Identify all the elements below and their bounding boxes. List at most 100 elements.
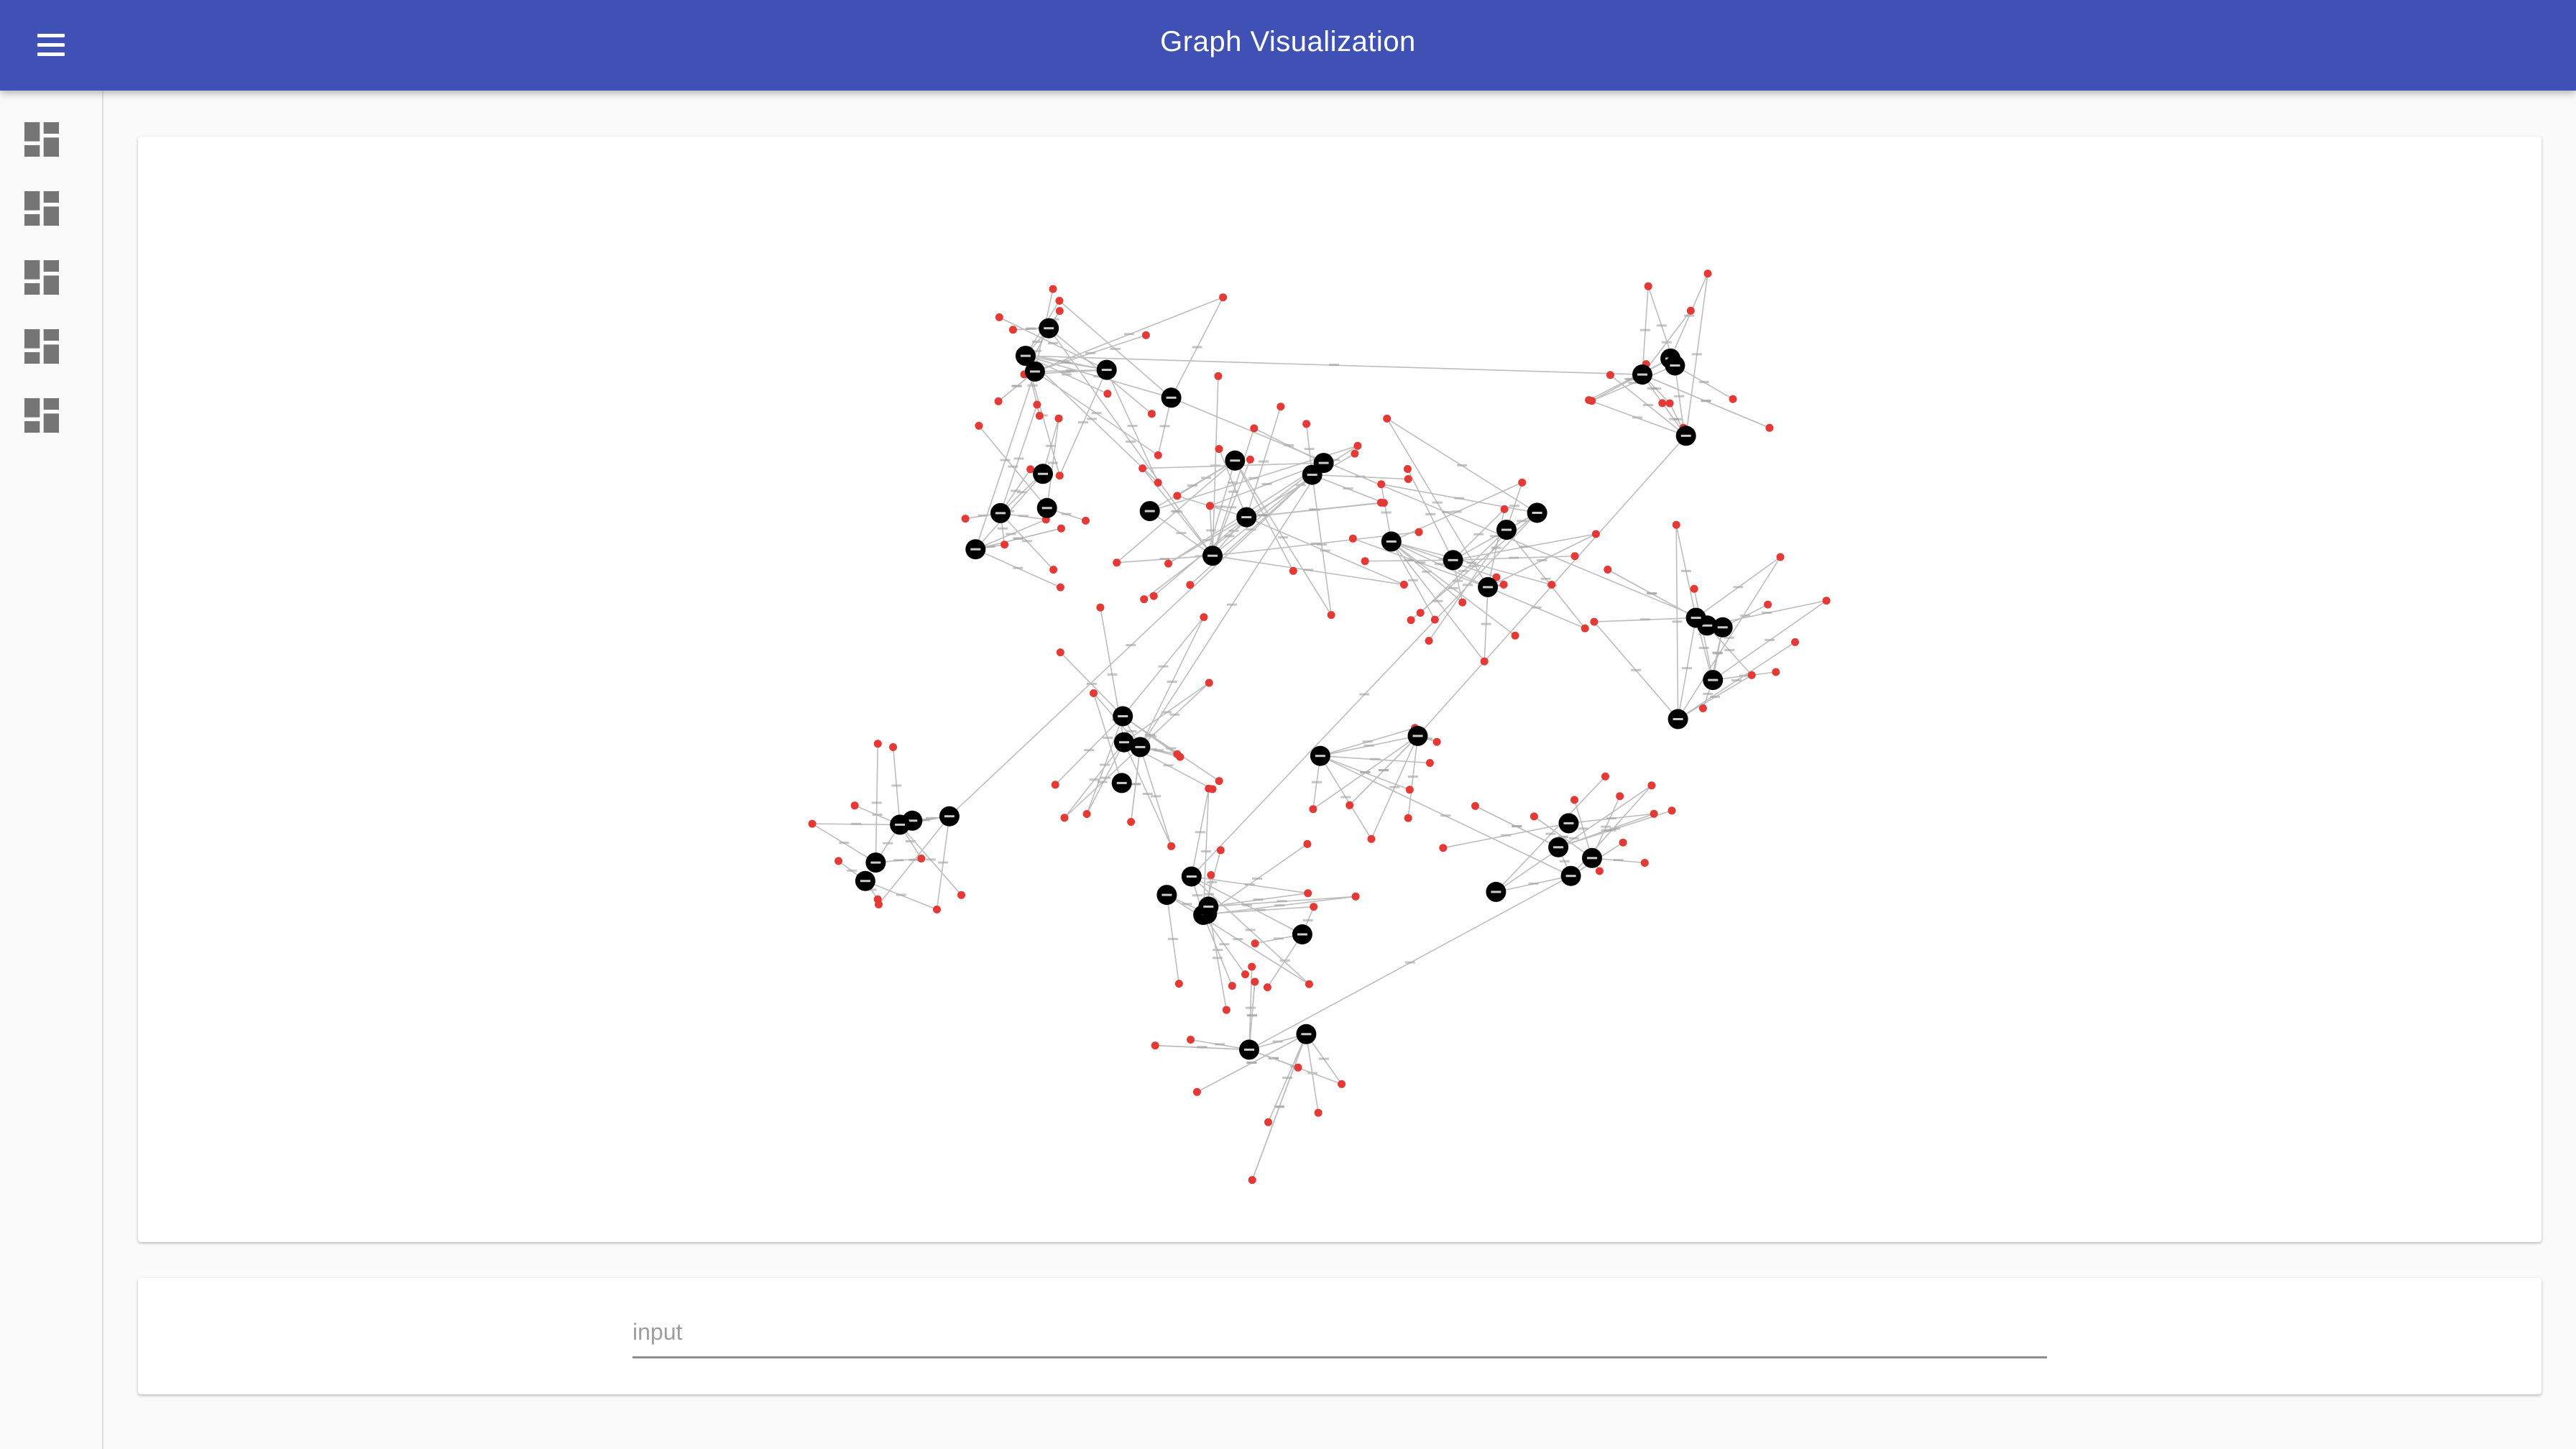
edge-label-mark (1672, 620, 1683, 623)
edge-label-mark (1233, 938, 1243, 941)
graph-leaf-node (1294, 1063, 1302, 1072)
graph-leaf-node (1173, 492, 1182, 500)
edge-label-mark (839, 842, 850, 845)
sidebar-item-dashboard-2[interactable] (19, 185, 65, 231)
edge-label-mark (1145, 733, 1155, 736)
dashboard-icon (24, 329, 59, 364)
graph-leaf-node (1404, 475, 1412, 483)
graph-leaf-node (1407, 616, 1415, 625)
graph-leaf-node (875, 900, 883, 908)
graph-leaf-node (1430, 615, 1439, 624)
graph-leaf-node (1776, 553, 1785, 561)
edge-label-mark (1578, 827, 1588, 830)
edge-label-mark (1259, 460, 1269, 463)
search-input[interactable] (632, 1312, 2047, 1358)
graph-leaf-node (1215, 777, 1223, 786)
hub-label-mark (1708, 678, 1719, 681)
edge-label-mark (1213, 949, 1223, 952)
edge-label-mark (1026, 327, 1036, 330)
edge-label-mark (1027, 384, 1038, 387)
graph-leaf-node (1765, 423, 1774, 432)
edge-label-mark (1215, 1043, 1225, 1046)
graph-leaf-node (1414, 528, 1423, 536)
graph-leaf-node (1186, 581, 1195, 589)
graph-leaf-node (1658, 399, 1667, 408)
hub-label-mark (1702, 624, 1713, 627)
hub-label-mark (1118, 741, 1129, 744)
edge-label-mark (1061, 512, 1072, 515)
graph-leaf-node (1200, 613, 1208, 622)
graph-leaf-node (1264, 1118, 1272, 1126)
edge-label-mark (1408, 579, 1418, 581)
edge-label-mark (1454, 497, 1465, 500)
graph-leaf-node (1090, 689, 1098, 697)
edge-label-mark (1018, 515, 1029, 518)
graph-leaf-node (1008, 326, 1017, 334)
graph-leaf-node (1518, 478, 1527, 487)
graph-leaf-node (1263, 983, 1271, 992)
graph-leaf-node (1591, 530, 1600, 538)
hub-label-mark (944, 815, 954, 818)
edge-label-mark (1457, 464, 1468, 466)
graph-leaf-node (1595, 867, 1604, 875)
edge-label-mark (1509, 556, 1519, 559)
sidebar-item-dashboard-1[interactable] (19, 116, 65, 162)
edge-label-mark (1473, 533, 1484, 535)
sidebar-item-dashboard-3[interactable] (19, 254, 65, 300)
edge-label-mark (1731, 679, 1742, 681)
graph-leaf-node (1057, 524, 1065, 533)
edge-label-mark (1228, 490, 1238, 493)
graph-leaf-node (1439, 844, 1448, 852)
sidebar-item-dashboard-5[interactable] (19, 392, 65, 438)
edge-label-mark (1100, 763, 1110, 766)
graph-leaf-node (1377, 480, 1386, 489)
edge-label-mark (1559, 860, 1570, 862)
graph-leaf-node (1619, 838, 1627, 847)
hub-label-mark (1491, 891, 1501, 893)
graph-leaf-node (957, 891, 965, 899)
edge-label-mark (1762, 612, 1772, 614)
edge-label-mark (1304, 448, 1315, 451)
dashboard-icon (24, 398, 59, 433)
graph-leaf-node (1214, 372, 1223, 380)
graph-leaf-node (1192, 1087, 1201, 1096)
edge-label-mark (1404, 961, 1415, 964)
graph-leaf-node (1570, 796, 1578, 804)
hub-label-mark (1670, 364, 1680, 367)
graph-leaf-node (1103, 390, 1112, 398)
graph-leaf-node (1054, 414, 1063, 423)
edge-label-mark (1089, 778, 1100, 781)
edge-label-mark (1192, 894, 1202, 897)
edge-label-mark (1310, 508, 1320, 511)
edge-label-mark (1381, 511, 1392, 514)
graph-leaf-node (1056, 648, 1064, 657)
edge-label-mark (1407, 776, 1418, 778)
edge-label-mark (1252, 877, 1263, 880)
graph-leaf-node (1404, 814, 1412, 822)
edge-label-mark (1200, 850, 1211, 852)
edge-label-mark (1216, 505, 1227, 508)
edge-label-mark (1011, 385, 1022, 387)
sidebar-item-dashboard-4[interactable] (19, 323, 65, 369)
edge-label-mark (1442, 511, 1453, 514)
graph-leaf-node (1241, 970, 1249, 979)
edge-label-mark (883, 842, 893, 845)
edge-label-mark (1601, 825, 1611, 828)
edge-label-mark (1126, 730, 1137, 732)
edge-label-mark (1709, 696, 1720, 698)
graph-leaf-node (873, 740, 882, 748)
graph-leaf-node (1248, 962, 1256, 971)
edge-label-mark (1274, 937, 1284, 940)
hub-label-mark (1637, 373, 1647, 376)
graph-leaf-node (1035, 412, 1044, 420)
graph-leaf-node (1276, 402, 1285, 411)
network-graph[interactable] (138, 137, 2542, 1242)
edge-label-mark (1245, 929, 1256, 932)
edge-label-mark (1169, 713, 1180, 716)
graph-leaf-node (850, 801, 859, 810)
graph-leaf-node (1251, 939, 1259, 948)
graph-leaf-node (1250, 424, 1259, 433)
hub-label-mark (1162, 893, 1172, 896)
graph-leaf-node (1361, 557, 1369, 566)
hub-label-mark (1044, 327, 1054, 330)
